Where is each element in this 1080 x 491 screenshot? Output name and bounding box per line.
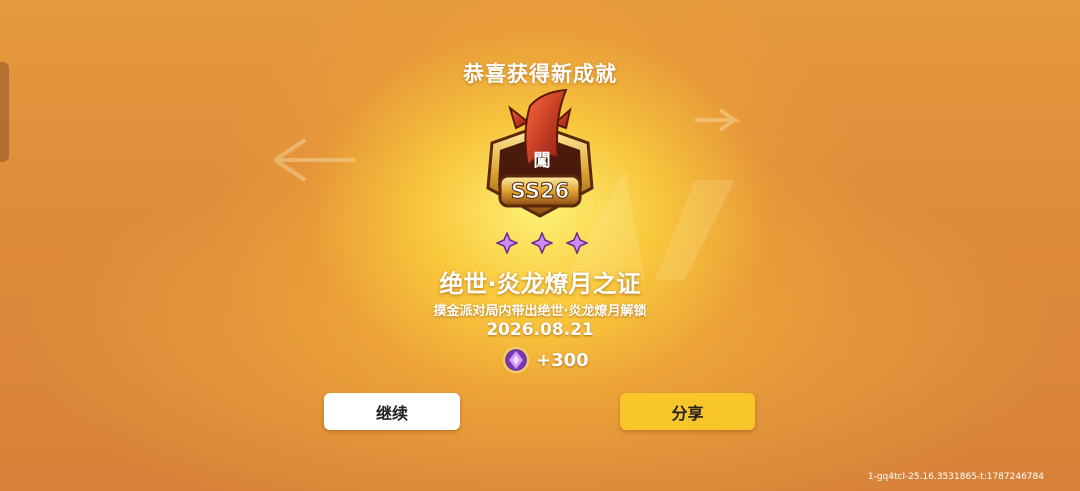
- reward: +300: [502, 346, 589, 374]
- page-title: 恭喜获得新成就: [463, 62, 617, 86]
- achievement-date: 2026.08.21: [486, 320, 594, 340]
- star-icon: [531, 232, 553, 254]
- continue-button[interactable]: 继续: [324, 393, 460, 430]
- star-icon: [566, 232, 588, 254]
- star-icon: [496, 232, 518, 254]
- achievement-name: 绝世·炎龙燎月之证: [439, 270, 641, 298]
- badge-glyph: 闖: [534, 151, 551, 171]
- reward-amount: +300: [536, 349, 589, 371]
- achievement-badge-icon: 闖 SS26: [486, 88, 594, 218]
- achievement-description: 摸金派对局内带出绝世·炎龙燎月解锁: [433, 304, 647, 319]
- build-id: 1-gq4tcl-25.16.3531865-t:1787246784: [867, 472, 1044, 482]
- share-button[interactable]: 分享: [620, 393, 755, 430]
- purple-gem-icon: [503, 347, 529, 373]
- badge-season-label: SS26: [511, 179, 570, 203]
- star-rating: [496, 232, 588, 254]
